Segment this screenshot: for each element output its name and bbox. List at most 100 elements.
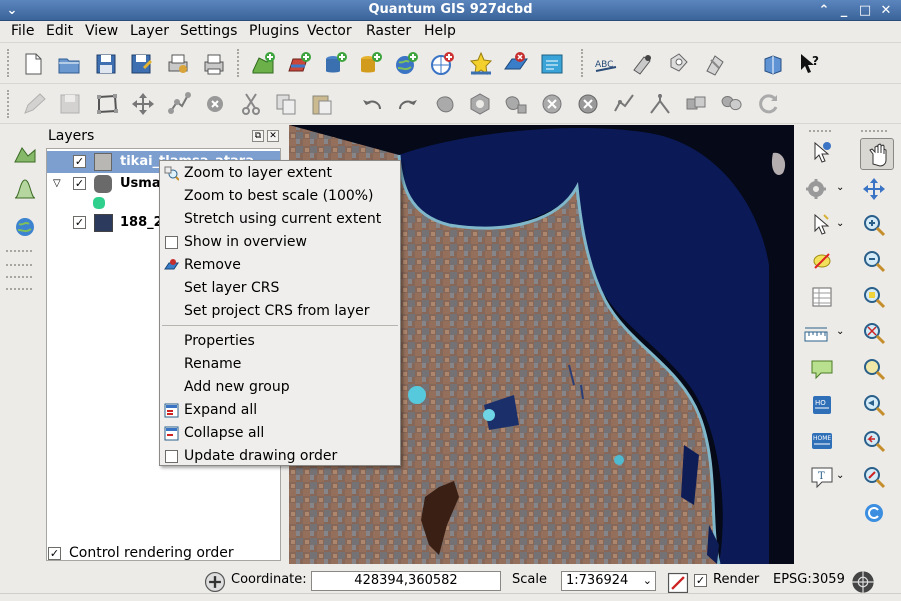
histogram-icon[interactable] [12,140,38,166]
save-as-icon[interactable] [128,51,154,77]
select-icon[interactable] [809,212,835,238]
add-vector-layer-icon[interactable] [250,51,276,77]
zoom-actual-icon[interactable] [861,464,887,490]
menu-item-zoom-to-best-scale[interactable]: Zoom to best scale (100%) [160,185,400,208]
delete-selected-icon[interactable] [202,91,228,117]
toolbar-grip[interactable] [581,49,584,77]
zoom-previous-icon[interactable] [861,428,887,454]
menu-item-stretch[interactable]: Stretch using current extent [160,208,400,231]
collapse-arrow-icon[interactable]: ▽ [53,178,61,189]
close-icon[interactable]: ✕ [877,2,895,19]
merge-attributes-icon[interactable] [718,91,744,117]
split-features-icon[interactable] [647,91,673,117]
maximize-icon[interactable]: □ [856,2,874,19]
menu-item-rename[interactable]: Rename [160,353,400,376]
coordinate-field[interactable]: 428394,360582 [311,571,501,591]
toolbar-grip[interactable] [6,264,32,266]
help-contents-icon[interactable] [760,51,786,77]
layer-visibility-checkbox[interactable]: ✓ [73,177,86,190]
menu-item-zoom-to-layer-extent[interactable]: Zoom to layer extent [160,162,400,185]
zoom-next-icon[interactable] [861,392,887,418]
menu-file[interactable]: File [11,23,34,39]
menu-item-update-drawing-order[interactable]: Update drawing order [160,445,400,468]
chevron-down-icon[interactable]: ⌄ [836,326,844,337]
print-icon[interactable] [201,51,227,77]
reshape-features-icon[interactable] [611,91,637,117]
globe-icon[interactable] [12,214,38,240]
measure-icon[interactable] [803,322,829,348]
simplify-feature-icon[interactable] [432,91,458,117]
merge-features-icon[interactable] [683,91,709,117]
stretch-icon[interactable] [12,176,38,202]
add-spatialite-layer-icon[interactable] [357,51,383,77]
spellcheck-icon[interactable]: ABC [593,51,619,77]
close-panel-icon[interactable]: ✕ [267,130,279,142]
menu-item-collapse-all[interactable]: Collapse all [160,422,400,445]
chevron-down-icon[interactable]: ⌄ [643,572,652,590]
new-project-icon[interactable] [20,51,46,77]
menu-raster[interactable]: Raster [366,23,411,39]
menu-item-set-layer-crs[interactable]: Set layer CRS [160,277,400,300]
cut-features-icon[interactable] [238,91,264,117]
identify-icon[interactable] [809,140,835,166]
zoom-layer-icon[interactable] [861,320,887,346]
add-wfs-layer-icon[interactable] [429,51,455,77]
control-rendering-order-checkbox[interactable]: ✓ [48,547,61,560]
toolbar-grip[interactable] [7,90,10,118]
plugin-installer-icon[interactable] [702,51,728,77]
render-checkbox[interactable]: ✓ [694,574,707,587]
toolbar-grip[interactable] [7,49,10,77]
zoom-last-icon[interactable] [861,356,887,382]
delete-ring-icon[interactable] [539,91,565,117]
menu-item-show-in-overview[interactable]: Show in overview [160,231,400,254]
crs-label[interactable]: EPSG:3059 [773,572,845,587]
zoom-selection-icon[interactable] [861,284,887,310]
add-raster-layer-icon[interactable] [286,51,312,77]
menu-view[interactable]: View [85,23,118,39]
toolbar-grip[interactable] [237,49,240,77]
toolbar-grip[interactable] [6,250,32,252]
layer-visibility-checkbox[interactable]: ✓ [73,155,86,168]
checkbox-icon[interactable] [165,450,178,463]
rotate-point-symbols-icon[interactable] [755,91,781,117]
coordinate-toggle-icon[interactable] [202,569,226,593]
menu-item-set-project-crs[interactable]: Set project CRS from layer [160,300,400,323]
menu-item-add-new-group[interactable]: Add new group [160,376,400,399]
remove-layer-icon[interactable] [503,51,529,77]
georeferencer-icon[interactable] [629,51,655,77]
delete-part-icon[interactable] [575,91,601,117]
add-delimited-text-icon[interactable] [539,51,565,77]
map-tips-icon[interactable] [809,356,835,382]
save-project-icon[interactable] [93,51,119,77]
deselect-icon[interactable] [809,248,835,274]
toolbar-grip[interactable] [6,288,32,290]
settings-gear-icon[interactable] [803,176,829,202]
copy-features-icon[interactable] [273,91,299,117]
print-composer-icon[interactable] [165,51,191,77]
save-edits-icon[interactable] [57,91,83,117]
toolbar-grip[interactable] [6,276,32,278]
crs-status-icon[interactable] [850,569,874,593]
menu-item-properties[interactable]: Properties [160,330,400,353]
add-part-icon[interactable] [503,91,529,117]
checkbox-icon[interactable] [165,236,178,249]
scale-combobox[interactable]: 1:736924 ⌄ [561,571,656,591]
add-feature-icon[interactable] [94,91,120,117]
float-panel-icon[interactable]: ⧉ [252,130,264,142]
open-project-icon[interactable] [56,51,82,77]
toolbar-grip[interactable] [861,130,887,132]
minimize-icon[interactable]: _ [835,2,853,19]
stop-render-icon[interactable] [665,570,689,594]
add-postgis-layer-icon[interactable] [322,51,348,77]
zoom-full-icon[interactable] [861,176,887,202]
text-annotation-icon[interactable]: T [809,464,835,490]
chevron-down-icon[interactable]: ⌄ [836,470,844,481]
menu-item-remove[interactable]: Remove [160,254,400,277]
window-shade-icon[interactable]: ⌃ [815,2,833,19]
zoom-in-icon[interactable] [861,212,887,238]
undo-icon[interactable] [359,91,385,117]
menu-help[interactable]: Help [424,23,456,39]
node-tool-icon[interactable] [166,91,192,117]
paste-features-icon[interactable] [309,91,335,117]
menu-edit[interactable]: Edit [46,23,73,39]
